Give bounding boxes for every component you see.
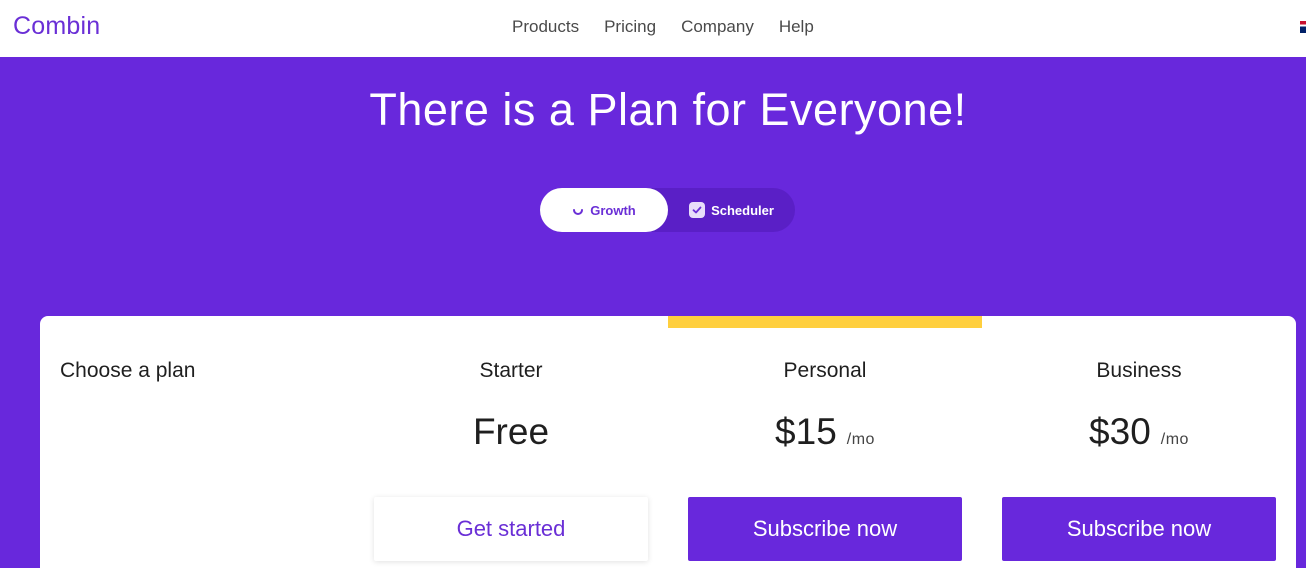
toggle-scheduler-option[interactable]: Scheduler <box>668 188 795 232</box>
top-navigation-bar: Combin Products Pricing Company Help <box>0 0 1306 57</box>
language-flag-icon[interactable] <box>1300 21 1306 33</box>
choose-plan-heading: Choose a plan <box>60 359 196 382</box>
main-nav: Products Pricing Company Help <box>512 17 814 37</box>
scheduler-check-icon <box>689 202 706 218</box>
plan-business-period: /mo <box>1160 431 1189 448</box>
toggle-growth-label: Growth <box>590 202 636 218</box>
plan-starter-name: Starter <box>479 359 543 382</box>
combin-logo[interactable]: Combin <box>13 12 100 41</box>
plan-business-price: $30/mo <box>1002 411 1276 453</box>
plan-personal-price-value: $15 <box>775 411 837 452</box>
plan-starter-price: Free <box>374 411 648 453</box>
recommended-plan-highlight-bar <box>668 316 982 328</box>
subscribe-business-button[interactable]: Subscribe now <box>1002 497 1276 561</box>
plan-personal-name: Personal <box>783 359 867 382</box>
toggle-growth-option[interactable]: Growth <box>540 188 668 232</box>
nav-company-link[interactable]: Company <box>681 17 754 37</box>
plan-business-price-value: $30 <box>1089 411 1151 452</box>
plan-starter-price-value: Free <box>472 411 550 452</box>
growth-icon <box>573 209 584 215</box>
plan-personal-period: /mo <box>846 431 875 448</box>
toggle-scheduler-label: Scheduler <box>711 202 774 218</box>
nav-help-link[interactable]: Help <box>779 17 814 37</box>
subscribe-personal-button[interactable]: Subscribe now <box>688 497 962 561</box>
nav-pricing-link[interactable]: Pricing <box>604 17 656 37</box>
page-title: There is a Plan for Everyone! <box>369 84 967 135</box>
get-started-button[interactable]: Get started <box>374 497 648 561</box>
product-toggle: Growth Scheduler <box>540 188 795 232</box>
plan-business-name: Business <box>1096 359 1182 382</box>
nav-products-link[interactable]: Products <box>512 17 579 37</box>
plan-personal-price: $15/mo <box>688 411 962 453</box>
